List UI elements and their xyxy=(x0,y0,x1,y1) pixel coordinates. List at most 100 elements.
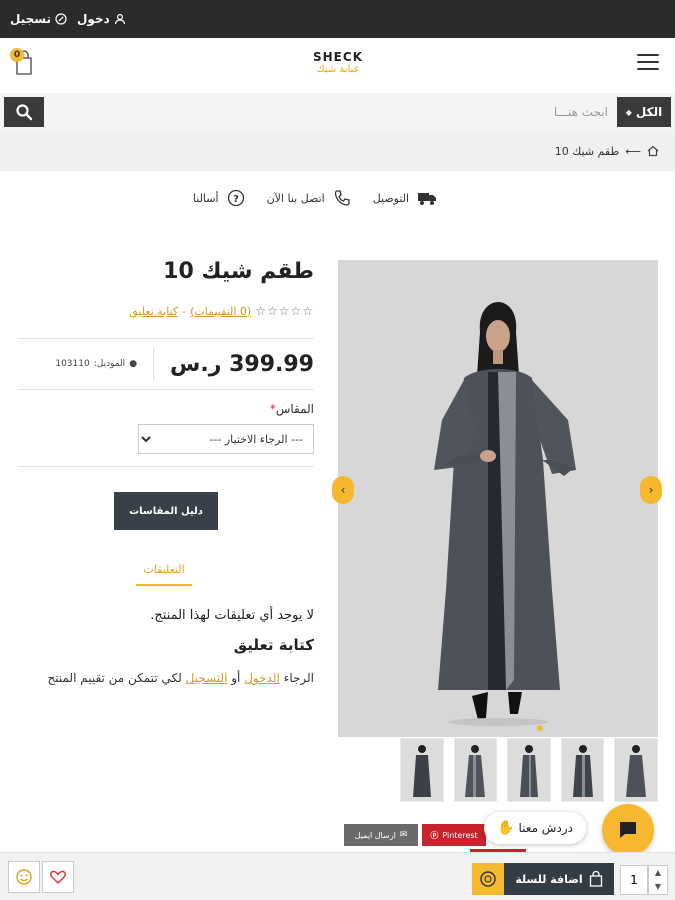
bottom-action-bar: اضافة للسلة ▲ ▼ xyxy=(0,852,675,900)
no-comments-text: لا يوجد أي تعليقات لهذا المنتج. xyxy=(150,608,314,623)
add-to-cart-button[interactable]: اضافة للسلة xyxy=(504,863,614,895)
register-label: تسجيل xyxy=(10,12,51,26)
chat-icon xyxy=(620,822,636,838)
quantity-down-icon[interactable]: ▼ xyxy=(649,880,667,894)
breadcrumb-current[interactable]: طقم شيك 10 xyxy=(555,145,619,158)
reviews-link-label: 0 التقييمات xyxy=(194,304,247,318)
cart-button[interactable]: 0 xyxy=(10,48,40,78)
carousel-dot[interactable] xyxy=(537,725,543,731)
user-icon xyxy=(114,13,125,25)
thumbnail-strip xyxy=(400,738,658,804)
login-link[interactable]: دخول xyxy=(77,12,126,26)
search-icon xyxy=(16,104,33,121)
login-note-login-link[interactable]: الدخول xyxy=(244,671,280,685)
thumb-figure xyxy=(465,745,486,797)
add-to-cart-label: اضافة للسلة xyxy=(515,872,583,886)
thumb-figure xyxy=(412,745,431,797)
question-icon: ? xyxy=(227,189,244,207)
quantity-input[interactable] xyxy=(620,865,648,895)
thumb-figure xyxy=(626,745,647,797)
write-review-link[interactable]: كتابة تعليق xyxy=(129,305,178,318)
share-email-button[interactable]: ارسال ايميل ✉ xyxy=(344,824,418,846)
quantity-up-icon[interactable]: ▲ xyxy=(649,866,667,880)
logo-text-en: SHECK xyxy=(313,50,363,64)
divider xyxy=(18,466,314,467)
login-label: دخول xyxy=(76,12,110,26)
features-row: التوصيل اتصل بنا الآن ? أسالنا xyxy=(150,184,480,212)
phone-icon xyxy=(334,190,350,206)
compare-button[interactable] xyxy=(8,861,40,893)
reviews-link[interactable]: (0 التقييمات) xyxy=(190,305,251,318)
search-category-select[interactable]: الكل ◆ xyxy=(617,97,671,127)
feature-delivery[interactable]: التوصيل xyxy=(373,190,437,206)
size-guide-button[interactable]: دليل المقاسات xyxy=(114,492,218,530)
thumb-figure xyxy=(520,745,539,797)
thumb-figure xyxy=(572,745,593,797)
smile-icon xyxy=(16,869,32,885)
feature-delivery-label: التوصيل xyxy=(372,191,410,205)
chevron-left-icon: ‹ xyxy=(340,483,346,497)
feature-contact[interactable]: اتصل بنا الآن xyxy=(267,189,351,207)
cart-count-badge: 0 xyxy=(10,48,24,62)
review-separator: - xyxy=(182,304,187,318)
top-bar: دخول تسجيل xyxy=(0,0,675,38)
bag-icon xyxy=(589,871,602,887)
pinterest-icon: ⓟ xyxy=(430,830,439,840)
home-icon[interactable] xyxy=(647,145,659,157)
login-note-or: أو xyxy=(231,671,241,685)
image-next-button[interactable]: › xyxy=(640,476,662,504)
divider xyxy=(153,348,155,380)
thumbnail-image[interactable] xyxy=(614,738,658,802)
menu-icon-bar xyxy=(637,54,659,56)
chat-invite-pill[interactable]: دردش معنا ✋ xyxy=(484,812,586,844)
login-icon xyxy=(55,13,67,25)
buy-now-button[interactable] xyxy=(472,863,504,895)
login-required-note: الرجاء الدخول أو التسجيل لكي تتمكن من تق… xyxy=(18,668,314,688)
login-note-suffix: لكي تتمكن من تقييم المنتج xyxy=(47,671,182,685)
model-value: 103110 xyxy=(55,359,90,369)
caret-down-icon: ◆ xyxy=(625,107,632,117)
share-email-label: ارسال ايميل xyxy=(354,830,396,840)
menu-icon-bar xyxy=(637,61,659,63)
product-model: ● الموديل: 103110 xyxy=(55,359,137,369)
tab-comments[interactable]: التعليقات xyxy=(136,563,192,586)
model-figure xyxy=(338,260,658,737)
bullet-icon: ● xyxy=(129,359,138,369)
search-category-label: الكل xyxy=(635,105,663,119)
thumbnail-image[interactable] xyxy=(453,738,498,802)
wave-icon: ✋ xyxy=(497,820,515,836)
search-button[interactable] xyxy=(4,97,44,127)
size-label: المقاس* xyxy=(18,402,314,416)
image-prev-button[interactable]: ‹ xyxy=(332,476,354,504)
feature-faq[interactable]: ? أسالنا xyxy=(193,189,245,207)
search-bar: الكل ◆ xyxy=(0,93,675,131)
site-logo[interactable]: SHECK عباية شيك xyxy=(300,50,376,76)
search-input[interactable] xyxy=(50,97,616,127)
divider xyxy=(18,389,314,390)
price-row: 399.99 ر.س ● الموديل: 103110 xyxy=(18,339,314,389)
login-note-register-link[interactable]: التسجيل xyxy=(186,671,228,685)
model-label: الموديل: xyxy=(93,359,126,369)
register-link[interactable]: تسجيل xyxy=(10,12,67,26)
chat-button[interactable] xyxy=(602,804,654,856)
thumbnail-image[interactable] xyxy=(560,738,605,802)
write-review-title: كتابة تعليق xyxy=(233,636,314,654)
thumbnail-image[interactable] xyxy=(400,738,444,802)
site-header: 0 SHECK عباية شيك xyxy=(0,38,675,93)
coin-icon xyxy=(480,871,496,887)
product-info: طقم شيك 10 ☆☆☆☆☆ (0 التقييمات) - كتابة ت… xyxy=(18,255,314,467)
size-select[interactable]: --- الرجاء الاختيار --- xyxy=(138,424,314,454)
rating-row: ☆☆☆☆☆ (0 التقييمات) - كتابة تعليق xyxy=(18,304,314,318)
share-pinterest-button[interactable]: ⓟ Pinterest xyxy=(422,824,486,846)
mail-icon: ✉ xyxy=(399,830,408,840)
product-main-image[interactable] xyxy=(338,260,658,737)
svg-text:?: ? xyxy=(233,194,239,205)
menu-button[interactable] xyxy=(637,54,659,74)
thumbnail-image[interactable] xyxy=(507,738,551,802)
quantity-stepper[interactable]: ▲ ▼ xyxy=(648,865,668,895)
rating-stars-icon: ☆☆☆☆☆ xyxy=(255,304,314,318)
heart-icon xyxy=(50,870,66,884)
breadcrumb-separator: ⟵ xyxy=(625,144,641,158)
size-label-text: المقاس xyxy=(275,402,314,416)
wishlist-button[interactable] xyxy=(42,861,74,893)
